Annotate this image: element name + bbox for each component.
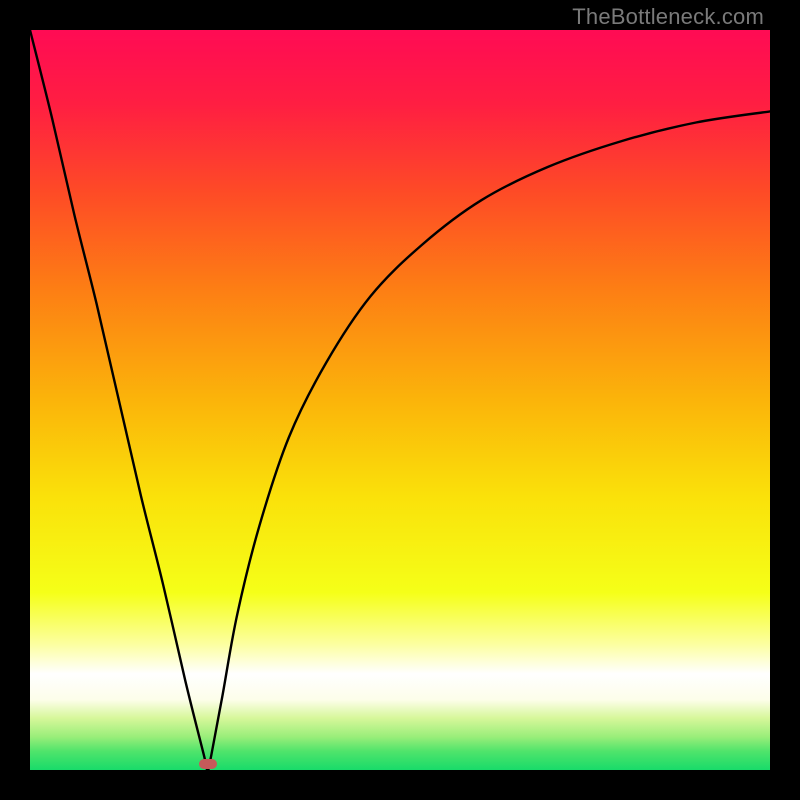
watermark-text: TheBottleneck.com	[572, 4, 764, 30]
optimal-point-marker	[199, 759, 217, 769]
heat-gradient-background	[30, 30, 770, 770]
plot-area	[30, 30, 770, 770]
